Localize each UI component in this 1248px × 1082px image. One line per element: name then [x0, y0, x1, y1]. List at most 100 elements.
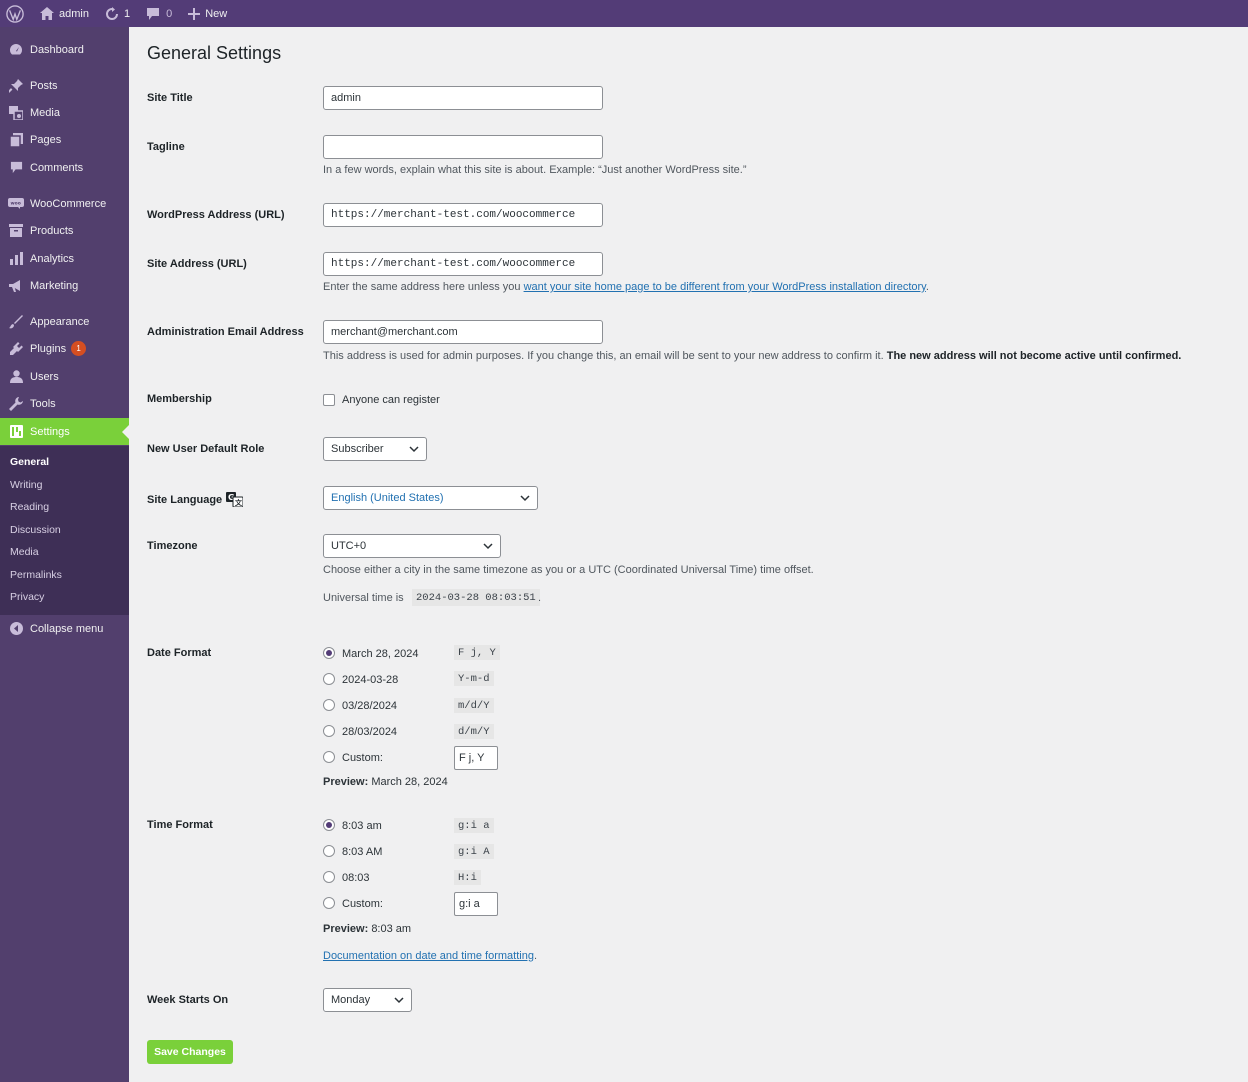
- submenu-item-reading[interactable]: Reading: [10, 501, 49, 513]
- current-menu-arrow: [122, 425, 129, 439]
- wordpress-logo-icon[interactable]: [0, 0, 32, 27]
- date-format-radio-2[interactable]: [323, 673, 335, 685]
- site-name: admin: [59, 7, 89, 20]
- anyone-can-register-label[interactable]: Anyone can register: [342, 394, 440, 406]
- site-address-input[interactable]: https://merchant-test.com/woocommerce: [323, 252, 603, 276]
- submenu-item-writing[interactable]: Writing: [10, 479, 42, 491]
- date-format-code-1: F j, Y: [454, 645, 500, 660]
- sidebar-item-users[interactable]: Users: [0, 363, 129, 390]
- sidebar-item-woocommerce[interactable]: woo WooCommerce: [0, 190, 129, 217]
- date-format-option-2[interactable]: 2024-03-28: [342, 674, 398, 686]
- submenu-item-media[interactable]: Media: [10, 546, 39, 558]
- date-format-custom-input[interactable]: F j, Y: [454, 746, 498, 770]
- pin-icon: [0, 78, 30, 93]
- tagline-input[interactable]: [323, 135, 603, 159]
- sidebar-item-analytics[interactable]: Analytics: [0, 245, 129, 272]
- sidebar-item-plugins[interactable]: Plugins 1: [0, 335, 129, 362]
- timezone-select[interactable]: UTC+0: [323, 534, 501, 558]
- comments-count: 0: [166, 7, 173, 20]
- sidebar-item-label: Tools: [30, 397, 56, 410]
- time-format-option-3[interactable]: 08:03: [342, 872, 370, 884]
- date-format-radio-3[interactable]: [323, 699, 335, 711]
- date-time-doc: Documentation on date and time formattin…: [323, 950, 537, 962]
- sidebar-item-label: Products: [30, 224, 74, 237]
- date-time-doc-suffix: .: [533, 950, 538, 962]
- default-role-value: Subscriber: [331, 443, 384, 455]
- timezone-value: UTC+0: [331, 540, 367, 552]
- submenu-item-privacy[interactable]: Privacy: [10, 591, 44, 603]
- chevron-down-icon: [520, 495, 530, 502]
- week-starts-select[interactable]: Monday: [323, 988, 412, 1012]
- submenu-item-general[interactable]: General: [10, 456, 49, 468]
- site-address-description: Enter the same address here unless you w…: [323, 281, 929, 293]
- site-title-input[interactable]: admin: [323, 86, 603, 110]
- date-format-radio-4[interactable]: [323, 725, 335, 737]
- universal-time-value: 2024-03-28 08:03:51: [412, 589, 540, 606]
- translation-icon: G文: [226, 492, 244, 507]
- default-role-label: New User Default Role: [147, 443, 265, 455]
- updates-link[interactable]: 1: [97, 0, 138, 27]
- date-format-preview: Preview: March 28, 2024: [323, 776, 448, 788]
- sidebar-item-label: Dashboard: [30, 43, 84, 56]
- date-format-radio-custom[interactable]: [323, 751, 335, 763]
- time-format-radio-1[interactable]: [323, 819, 335, 831]
- new-label: New: [205, 7, 228, 20]
- admin-email-input[interactable]: merchant@merchant.com: [323, 320, 603, 344]
- time-format-preview: Preview: 8:03 am: [323, 923, 411, 935]
- sidebar-item-pages[interactable]: Pages: [0, 126, 129, 153]
- comments-link[interactable]: 0: [138, 0, 180, 27]
- sidebar-item-settings[interactable]: Settings: [0, 418, 129, 445]
- collapse-menu-button[interactable]: Collapse menu: [0, 615, 129, 642]
- site-title-label: Site Title: [147, 92, 193, 104]
- save-changes-button[interactable]: Save Changes: [147, 1040, 233, 1064]
- time-format-radio-3[interactable]: [323, 871, 335, 883]
- chevron-down-icon: [409, 446, 419, 453]
- sidebar-item-posts[interactable]: Posts: [0, 72, 129, 99]
- admin-sidebar: Dashboard Posts Media Pages Comments woo…: [0, 27, 129, 1082]
- time-format-option-1[interactable]: 8:03 am: [342, 820, 382, 832]
- date-time-doc-link[interactable]: Documentation on date and time formattin…: [323, 950, 534, 962]
- date-preview-label: Preview:: [323, 776, 369, 788]
- date-format-option-1[interactable]: March 28, 2024: [342, 648, 418, 660]
- site-address-desc-prefix: Enter the same address here unless you: [323, 281, 524, 293]
- site-language-select[interactable]: English (United States): [323, 486, 538, 510]
- sidebar-item-label: Comments: [30, 161, 84, 174]
- date-format-code-3: m/d/Y: [454, 698, 494, 713]
- date-format-radio-1[interactable]: [323, 647, 335, 659]
- plug-icon: [0, 341, 30, 356]
- anyone-can-register-checkbox[interactable]: [323, 394, 335, 406]
- admin-email-desc-text: This address is used for admin purposes.…: [323, 350, 887, 362]
- wrench-icon: [0, 396, 30, 411]
- site-name-link[interactable]: admin: [32, 0, 97, 27]
- week-starts-value: Monday: [331, 994, 371, 1006]
- plus-icon: [188, 7, 201, 20]
- sidebar-item-media[interactable]: Media: [0, 99, 129, 126]
- submenu-item-discussion[interactable]: Discussion: [10, 524, 61, 536]
- new-content-link[interactable]: New: [180, 0, 235, 27]
- svg-text:文: 文: [235, 498, 243, 507]
- time-format-option-2[interactable]: 8:03 AM: [342, 846, 382, 858]
- time-format-custom-label[interactable]: Custom:: [342, 898, 383, 910]
- sidebar-item-dashboard[interactable]: Dashboard: [0, 36, 129, 63]
- wordpress-address-input[interactable]: https://merchant-test.com/woocommerce: [323, 203, 603, 227]
- updates-icon: [106, 6, 118, 20]
- sidebar-item-tools[interactable]: Tools: [0, 390, 129, 417]
- settings-icon: [0, 425, 30, 438]
- sidebar-item-products[interactable]: Products: [0, 217, 129, 244]
- time-format-custom-input[interactable]: g:i a: [454, 892, 498, 916]
- date-format-option-3[interactable]: 03/28/2024: [342, 700, 397, 712]
- time-format-radio-2[interactable]: [323, 845, 335, 857]
- submenu-item-permalinks[interactable]: Permalinks: [10, 569, 62, 581]
- default-role-select[interactable]: Subscriber: [323, 437, 427, 461]
- site-address-help-link[interactable]: want your site home page to be different…: [524, 281, 926, 293]
- site-language-value: English (United States): [331, 492, 444, 504]
- site-address-desc-suffix: .: [925, 281, 929, 293]
- sidebar-item-comments[interactable]: Comments: [0, 154, 129, 181]
- sidebar-item-marketing[interactable]: Marketing: [0, 272, 129, 299]
- date-format-option-4[interactable]: 28/03/2024: [342, 726, 397, 738]
- time-format-radio-custom[interactable]: [323, 897, 335, 909]
- time-format-label: Time Format: [147, 819, 213, 831]
- sidebar-item-label: Users: [30, 370, 59, 383]
- sidebar-item-appearance[interactable]: Appearance: [0, 308, 129, 335]
- date-format-custom-label[interactable]: Custom:: [342, 752, 383, 764]
